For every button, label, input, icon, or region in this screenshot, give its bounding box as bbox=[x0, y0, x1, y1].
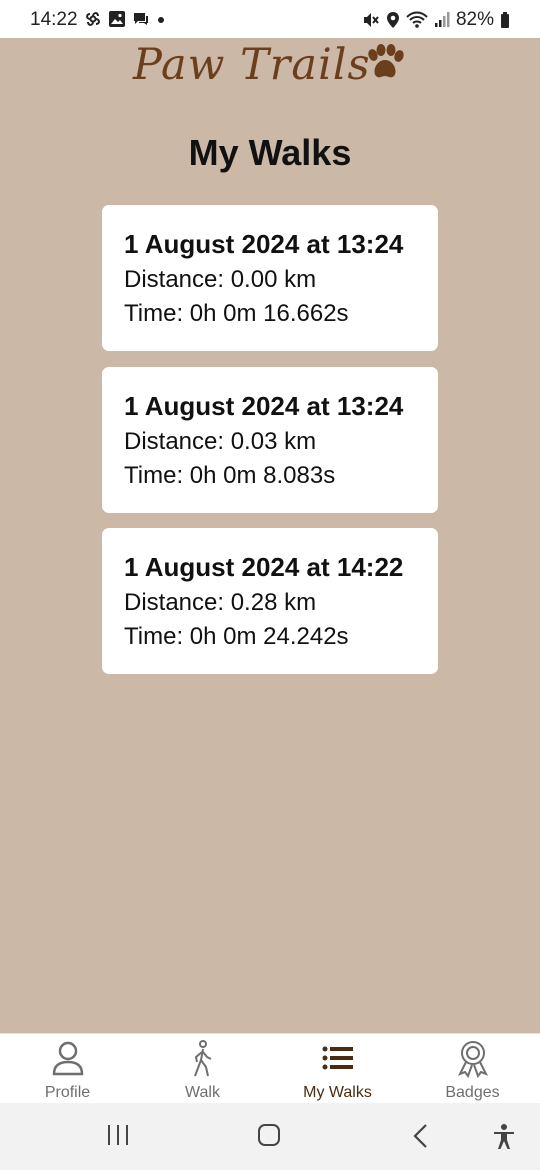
wifi-icon bbox=[406, 11, 428, 28]
walk-distance: Distance: 0.00 km bbox=[124, 266, 317, 293]
walk-time: Time: 0h 0m 8.083s bbox=[124, 462, 336, 489]
bottom-nav: Profile Walk My Walks Badges bbox=[0, 1033, 540, 1104]
nav-item-walk[interactable]: Walk bbox=[135, 1034, 270, 1104]
image-icon bbox=[109, 11, 125, 27]
recents-icon[interactable] bbox=[106, 1124, 130, 1146]
walk-card[interactable]: 1 August 2024 at 14:22 Distance: 0.28 km… bbox=[102, 528, 438, 674]
walk-date: 1 August 2024 at 13:24 bbox=[124, 391, 404, 421]
system-nav-bar bbox=[0, 1103, 540, 1170]
back-icon[interactable] bbox=[411, 1123, 429, 1149]
system-icons: 82% bbox=[362, 9, 510, 31]
battery-percent: 82% bbox=[455, 9, 494, 30]
nav-label: Badges bbox=[445, 1084, 500, 1101]
walk-distance: Distance: 0.03 km bbox=[124, 428, 317, 455]
walk-time: Time: 0h 0m 24.242s bbox=[124, 623, 349, 650]
app-title: Paw Trails bbox=[133, 40, 371, 90]
walk-date: 1 August 2024 at 13:24 bbox=[124, 229, 404, 259]
location-icon bbox=[386, 12, 399, 28]
signal-icon bbox=[434, 12, 450, 27]
home-icon[interactable] bbox=[257, 1123, 281, 1147]
nav-label: My Walks bbox=[303, 1084, 372, 1101]
nav-label: Walk bbox=[185, 1084, 220, 1101]
walk-time: Time: 0h 0m 16.662s bbox=[124, 300, 349, 327]
walk-distance: Distance: 0.28 km bbox=[124, 589, 317, 616]
nav-label: Profile bbox=[44, 1084, 91, 1101]
nav-item-badges[interactable]: Badges bbox=[405, 1034, 540, 1104]
pinwheel-icon bbox=[86, 12, 100, 26]
status-time: 14:22 bbox=[30, 9, 78, 30]
paw-icon bbox=[368, 44, 404, 78]
dot-icon bbox=[158, 17, 164, 23]
accessibility-icon[interactable] bbox=[492, 1123, 516, 1151]
chat-icon bbox=[134, 13, 148, 25]
walk-card[interactable]: 1 August 2024 at 13:24 Distance: 0.00 km… bbox=[102, 205, 438, 351]
battery-icon bbox=[501, 12, 509, 28]
page-title: My Walks bbox=[188, 132, 352, 173]
badge-icon bbox=[457, 1041, 488, 1078]
status-bar: 14:22 82% bbox=[0, 0, 540, 38]
nav-item-profile[interactable]: Profile bbox=[0, 1034, 135, 1104]
notification-icons bbox=[84, 10, 166, 28]
nav-item-my-walks[interactable]: My Walks bbox=[270, 1034, 405, 1104]
list-icon bbox=[322, 1046, 353, 1070]
walk-date: 1 August 2024 at 14:22 bbox=[124, 552, 404, 582]
person-icon bbox=[52, 1041, 83, 1076]
walking-icon bbox=[193, 1040, 211, 1077]
walk-card[interactable]: 1 August 2024 at 13:24 Distance: 0.03 km… bbox=[102, 367, 438, 513]
mute-icon bbox=[363, 13, 379, 27]
